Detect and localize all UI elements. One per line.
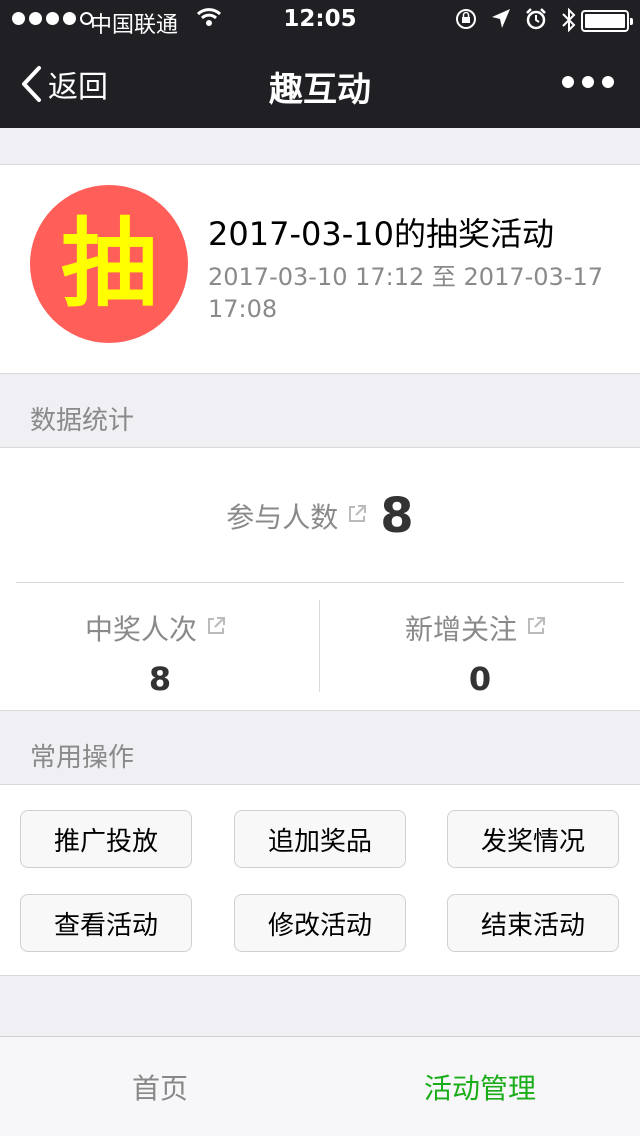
winners-value: 8	[148, 660, 172, 698]
new-follows-value: 0	[468, 660, 492, 698]
activity-title: 2017-03-10的抽奖活动	[208, 215, 554, 253]
participants-label: 参与人数	[226, 501, 339, 534]
page-title: 趣互动	[269, 70, 371, 110]
battery-level	[585, 14, 625, 28]
new-follows-label: 新增关注	[404, 613, 517, 646]
activity-avatar: 抽	[30, 185, 188, 343]
add-prize-button[interactable]: 追加奖品	[234, 810, 406, 868]
external-link-icon	[205, 615, 227, 641]
tab-bar: 首页 活动管理	[0, 1036, 640, 1136]
tab-home[interactable]: 首页	[0, 1037, 320, 1136]
participants-value: 8	[380, 488, 414, 544]
participants-stat[interactable]: 参与人数 8	[0, 488, 640, 544]
stats-section-title: 数据统计	[30, 406, 135, 436]
more-options-icon[interactable]	[562, 76, 614, 88]
promote-button[interactable]: 推广投放	[20, 810, 192, 868]
rotation-lock-icon	[454, 7, 478, 38]
external-link-icon	[525, 615, 547, 641]
edit-activity-button[interactable]: 修改活动	[234, 894, 406, 952]
winners-label: 中奖人次	[84, 613, 197, 646]
end-activity-button[interactable]: 结束活动	[447, 894, 619, 952]
alarm-clock-icon	[524, 7, 548, 38]
new-follows-stat[interactable]: 新增关注 0	[320, 608, 640, 698]
divider	[16, 582, 624, 583]
external-link-icon	[346, 503, 368, 529]
bluetooth-icon	[560, 7, 578, 38]
operations-panel: 推广投放 追加奖品 发奖情况 查看活动 修改活动 结束活动	[0, 784, 640, 976]
status-bar: 中国联通 12:05	[0, 0, 640, 40]
stats-panel: 参与人数 8 中奖人次 8 新增关注 0	[0, 447, 640, 711]
ops-section-title: 常用操作	[30, 743, 135, 773]
avatar-text: 抽	[61, 208, 157, 320]
tab-activity-management[interactable]: 活动管理	[320, 1037, 640, 1136]
view-activity-button[interactable]: 查看活动	[20, 894, 192, 952]
navigation-bar: 返回 趣互动	[0, 40, 640, 128]
prize-status-button[interactable]: 发奖情况	[447, 810, 619, 868]
battery-icon	[581, 10, 633, 32]
winners-stat[interactable]: 中奖人次 8	[0, 608, 320, 698]
location-arrow-icon	[490, 7, 512, 38]
activity-card: 抽 2017-03-10的抽奖活动 2017-03-10 17:12 至 201…	[0, 164, 640, 374]
activity-time-range: 2017-03-10 17:12 至 2017-03-17 17:08	[208, 263, 604, 323]
